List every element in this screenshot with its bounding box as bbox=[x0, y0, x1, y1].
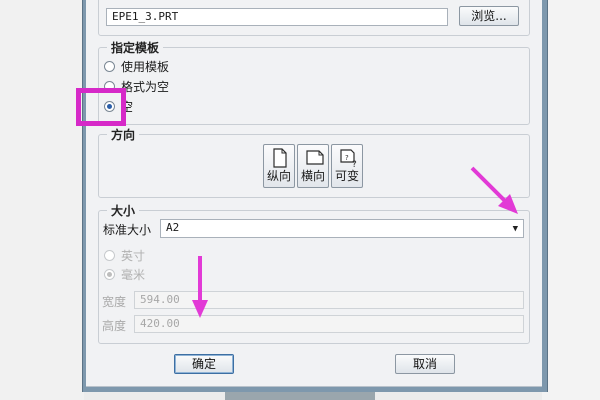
variable-button[interactable]: ? ? 可变 bbox=[331, 144, 363, 188]
monitor-stand bbox=[225, 392, 375, 400]
radio-mm[interactable] bbox=[104, 268, 115, 280]
size-legend: 大小 bbox=[107, 202, 140, 219]
radio-label: 格式为空 bbox=[121, 79, 170, 94]
unit-option-mm[interactable]: 毫米 bbox=[104, 266, 145, 282]
landscape-button[interactable]: 横向 bbox=[297, 144, 329, 188]
portrait-page-icon bbox=[273, 148, 287, 168]
background-left bbox=[0, 0, 84, 400]
radio-label: 毫米 bbox=[121, 267, 146, 282]
height-input[interactable]: 420.00 bbox=[134, 315, 524, 333]
browse-button[interactable]: 浏览... bbox=[459, 6, 519, 26]
radio-label: 英寸 bbox=[121, 248, 146, 263]
standard-size-select[interactable]: A2 ▼ bbox=[160, 219, 524, 238]
template-legend: 指定模板 bbox=[107, 39, 164, 56]
variable-label: 可变 bbox=[334, 169, 359, 183]
variable-page-icon: ? ? bbox=[340, 149, 357, 168]
template-option-use-template[interactable]: 使用模板 bbox=[104, 58, 169, 74]
radio-label: 使用模板 bbox=[121, 59, 170, 74]
portrait-label: 纵向 bbox=[266, 169, 291, 183]
width-label: 宽度 bbox=[102, 295, 127, 309]
svg-text:?: ? bbox=[345, 154, 349, 162]
standard-size-label: 标准大小 bbox=[103, 223, 152, 237]
cancel-button[interactable]: 取消 bbox=[395, 354, 455, 374]
standard-size-value: A2 bbox=[166, 221, 180, 234]
radio-use-template[interactable] bbox=[104, 60, 115, 72]
orientation-legend: 方向 bbox=[107, 126, 140, 143]
ok-button[interactable]: 确定 bbox=[174, 354, 234, 374]
file-name-input[interactable]: EPE1_3.PRT bbox=[106, 8, 448, 26]
background-right bbox=[542, 0, 600, 400]
radio-inch[interactable] bbox=[104, 249, 115, 261]
height-label: 高度 bbox=[102, 319, 127, 333]
width-input[interactable]: 594.00 bbox=[134, 291, 524, 309]
unit-option-inch[interactable]: 英寸 bbox=[104, 247, 145, 263]
portrait-button[interactable]: 纵向 bbox=[263, 144, 295, 188]
landscape-page-icon bbox=[306, 150, 324, 165]
landscape-label: 横向 bbox=[300, 169, 325, 183]
chevron-down-icon[interactable]: ▼ bbox=[513, 221, 518, 237]
highlight-box bbox=[76, 88, 126, 126]
